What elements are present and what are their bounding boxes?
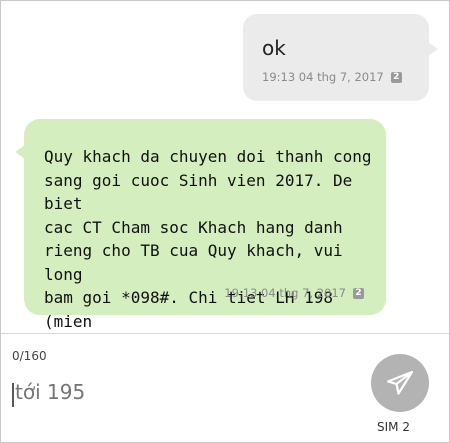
sim-badge-icon: 2 — [390, 71, 402, 83]
outgoing-message-text: ok — [262, 36, 286, 60]
bubble-tail — [15, 145, 25, 159]
text-cursor — [12, 383, 14, 407]
message-thread[interactable]: ok 19:13 04 thg 7, 2017 2 Quy khach da c… — [1, 1, 449, 354]
incoming-message-timestamp: 19:13 04 thg 7, 2017 — [224, 286, 346, 300]
send-button[interactable] — [371, 354, 429, 412]
outgoing-message-bubble[interactable]: ok 19:13 04 thg 7, 2017 2 — [243, 14, 438, 101]
outgoing-message-timestamp: 19:13 04 thg 7, 2017 — [262, 70, 384, 84]
incoming-message-bubble[interactable]: Quy khach da chuyen doi thanh cong sang … — [15, 119, 386, 354]
outgoing-message-meta: 19:13 04 thg 7, 2017 2 — [262, 70, 402, 84]
message-input[interactable] — [15, 380, 315, 404]
sim-badge-icon: 2 — [353, 287, 364, 299]
send-icon — [387, 371, 413, 395]
incoming-message-meta: 19:13 04 thg 7, 2017 2 — [224, 286, 364, 300]
compose-area: 0/160 SIM 2 — [1, 334, 449, 441]
character-counter: 0/160 — [12, 349, 47, 363]
sim-selector-label[interactable]: SIM 2 — [377, 420, 410, 434]
bubble-tail — [428, 42, 438, 56]
incoming-message-text: Quy khach da chuyen doi thanh cong sang … — [44, 147, 372, 354]
